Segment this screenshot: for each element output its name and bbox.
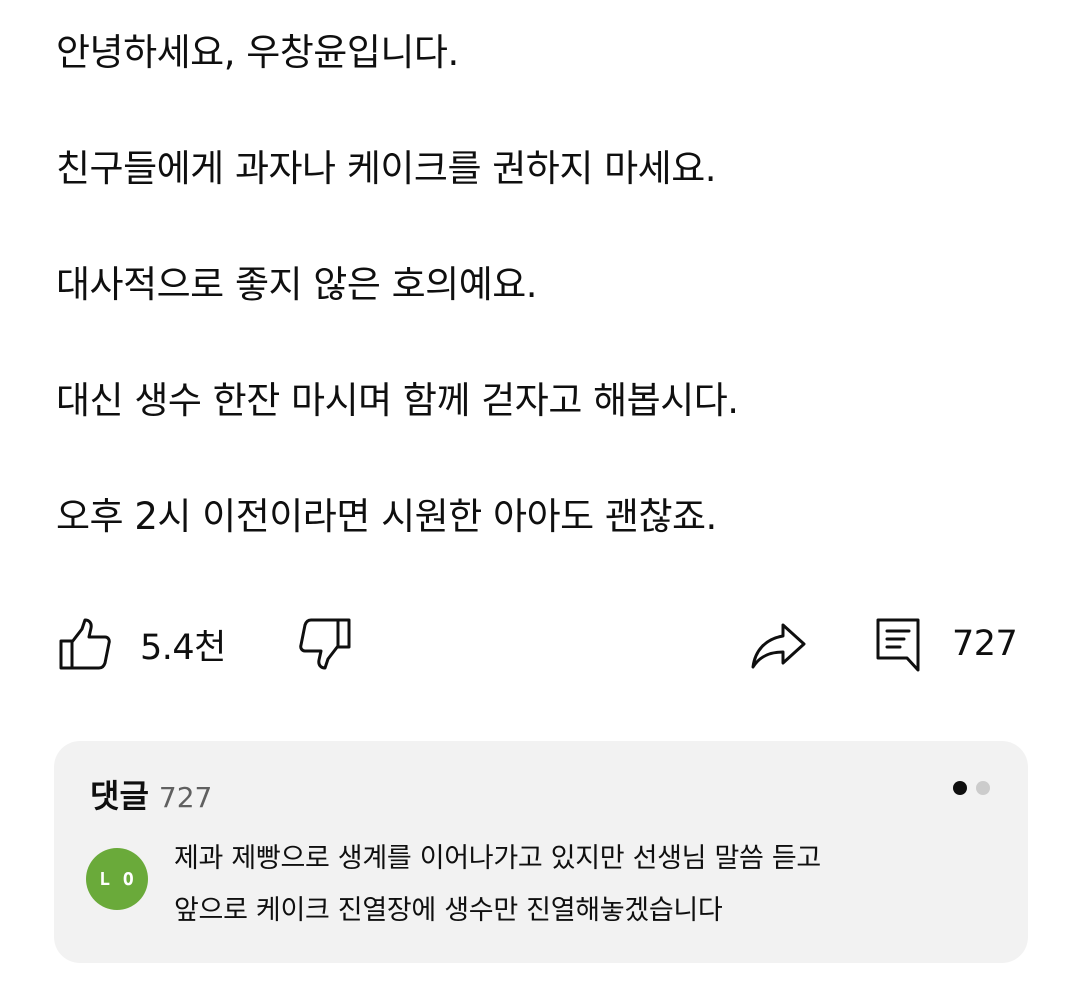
comments-button[interactable]: 727 [874,612,1018,676]
top-comment-text: 제과 제빵으로 생계를 이어나가고 있지만 선생님 말씀 듣고 앞으로 케이크 … [174,833,994,937]
comment-icon [874,616,922,672]
action-bar: 5.4천 727 [0,612,1080,676]
share-arrow-icon [750,617,808,671]
post-line: 오후 2시 이전이라면 시원한 아아도 괜찮죠. [56,495,717,538]
comments-preview-card[interactable]: 댓글 727 L O 제과 제빵으로 생계를 이어나가고 있지만 선생님 말씀 … [54,741,1028,963]
comment-line: 제과 제빵으로 생계를 이어나가고 있지만 선생님 말씀 듣고 [174,843,821,874]
post-body: 안녕하세요, 우창윤입니다. 친구들에게 과자나 케이크를 권하지 마세요. 대… [56,26,1036,606]
post-line: 대사적으로 좋지 않은 호의예요. [56,263,538,306]
like-count: 5.4천 [140,627,226,668]
post-line: 안녕하세요, 우창윤입니다. [56,31,459,74]
pager-dot-active [953,781,967,795]
thumbs-down-icon [298,617,352,671]
comments-pager-dots [953,781,990,795]
dislike-button[interactable] [298,612,352,676]
comment-count: 727 [952,624,1018,664]
share-button[interactable] [750,612,808,676]
post-line: 친구들에게 과자나 케이크를 권하지 마세요. [56,147,717,190]
comment-line: 앞으로 케이크 진열장에 생수만 진열해놓겠습니다 [174,895,723,926]
avatar[interactable]: L O [86,848,148,910]
comments-count: 727 [158,781,213,814]
thumbs-up-icon [58,617,112,671]
like-button[interactable]: 5.4천 [58,612,226,676]
comments-header: 댓글 727 [90,771,212,817]
pager-dot-inactive [976,781,990,795]
post-line: 대신 생수 한잔 마시며 함께 걷자고 해봅시다. [56,379,739,422]
comments-title: 댓글 [90,777,149,815]
